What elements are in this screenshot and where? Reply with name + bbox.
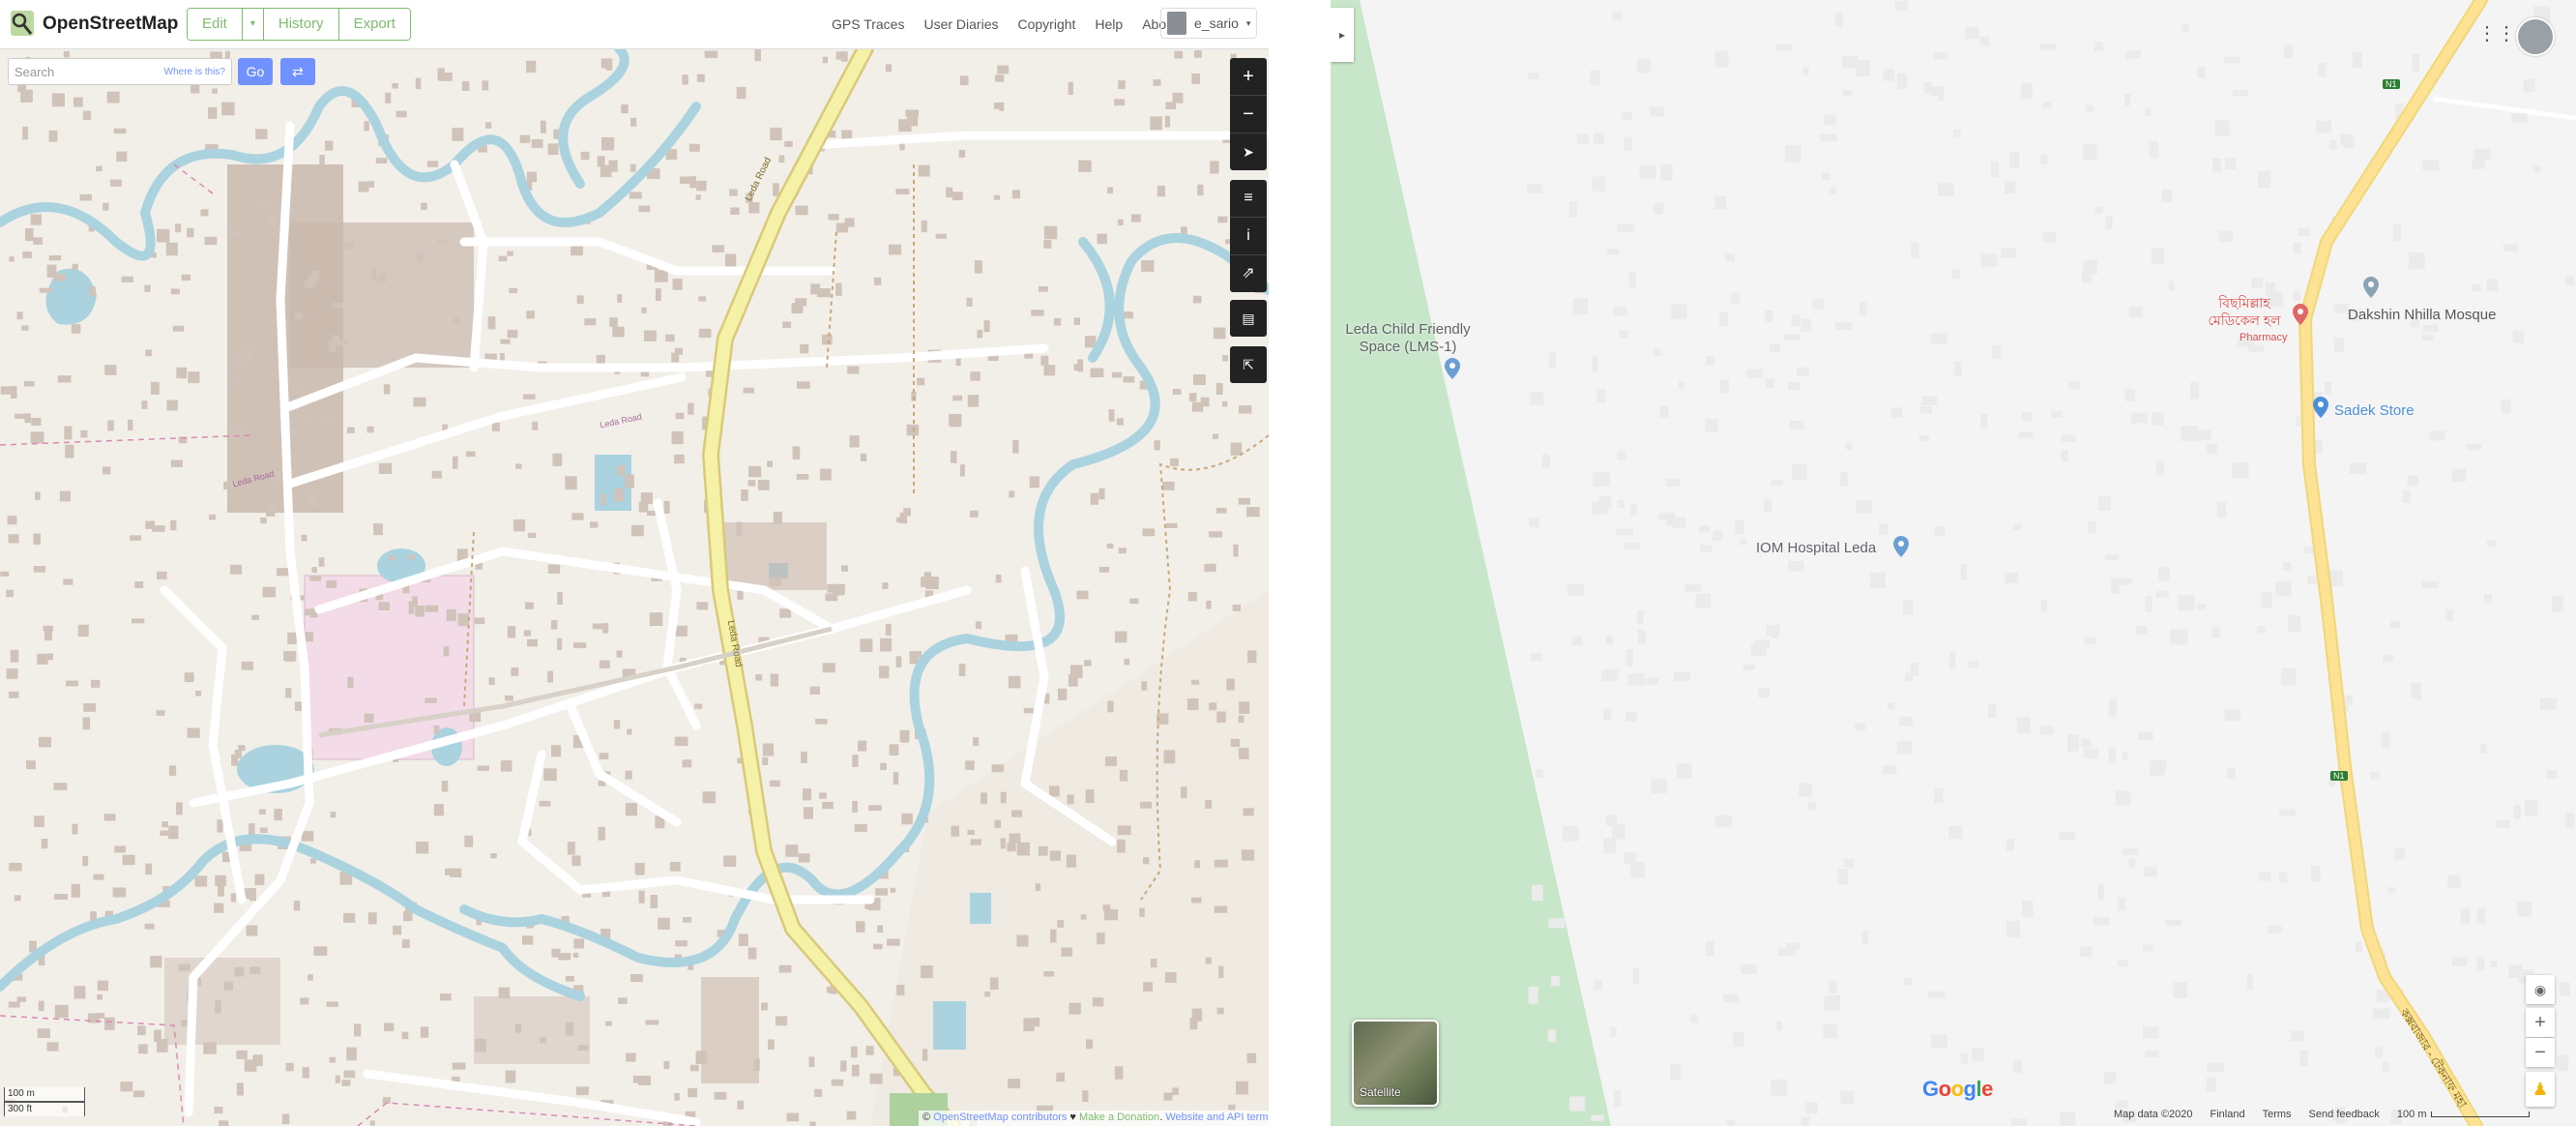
logo-letter: g [1963, 1077, 1976, 1101]
nav-user-diaries[interactable]: User Diaries [923, 16, 998, 32]
directions-icon[interactable]: ⇄ [280, 58, 315, 85]
collapse-panel-button[interactable]: ▸ [1331, 8, 1354, 62]
note-controls: ▤ [1230, 300, 1267, 337]
chevron-down-icon: ▾ [1245, 17, 1251, 28]
osm-brand[interactable]: OpenStreetMap [43, 14, 178, 35]
search-input[interactable]: Search Where is this? [8, 58, 232, 85]
query-features-icon[interactable]: ⇱ [1230, 346, 1267, 383]
osm-window: OpenStreetMap Edit ▾ History Export GPS … [0, 0, 1269, 1126]
account-avatar[interactable] [2516, 17, 2555, 56]
user-menu[interactable]: e_sario ▾ [1160, 8, 1257, 39]
google-maps-window[interactable]: ▸ ⋮⋮⋮ N1 N1 কক্সবাজার - টেকনাফ মহা Leda … [1331, 0, 2576, 1126]
osm-map-drawing [0, 48, 1269, 1126]
attribution: © OpenStreetMap contributors ♥ Make a Do… [919, 1111, 1269, 1126]
pharmacy-category: Pharmacy [2239, 332, 2288, 343]
place-iom-hospital[interactable]: IOM Hospital Leda [1756, 540, 1876, 557]
map-data-text: Map data ©2020 [2114, 1109, 2193, 1120]
logo-letter: G [1922, 1077, 1939, 1101]
query-controls: ⇱ [1230, 346, 1267, 383]
satellite-label: Satellite [1360, 1085, 1401, 1099]
nav-copyright[interactable]: Copyright [1017, 16, 1075, 32]
scale-bar [2430, 1111, 2530, 1118]
nav-gps-traces[interactable]: GPS Traces [832, 16, 904, 32]
add-note-icon[interactable]: ▤ [1230, 300, 1267, 337]
pegman-icon[interactable]: ♟ [2526, 1072, 2555, 1107]
share-icon[interactable]: ⇗ [1230, 255, 1267, 292]
mosque-pin-icon[interactable] [2363, 277, 2379, 298]
user-name: e_sario [1194, 15, 1239, 31]
store-pin-icon[interactable] [2313, 397, 2328, 418]
terms-link[interactable]: Website and API terms [1165, 1111, 1269, 1123]
osm-tab-group: Edit ▾ History Export [187, 8, 411, 41]
zoom-in-button[interactable]: + [2526, 1008, 2555, 1037]
go-button[interactable]: Go [238, 58, 273, 85]
send-feedback-link[interactable]: Send feedback [2309, 1109, 2380, 1120]
donation-link[interactable]: Make a Donation [1079, 1111, 1159, 1123]
map-footer: Map data ©2020 Finland Terms Send feedba… [2114, 1109, 2530, 1120]
avatar [1167, 12, 1186, 35]
scale-imperial: 300 ft [4, 1102, 85, 1116]
pharmacy-pin-icon[interactable] [2293, 304, 2308, 325]
road-shield: N1 [2383, 79, 2400, 89]
region-link[interactable]: Finland [2210, 1109, 2245, 1120]
logo-letter: o [1938, 1077, 1951, 1101]
place-pharmacy[interactable]: বিছমিল্লাহ মেডিকেল হল [2201, 294, 2288, 329]
google-logo: Google [1922, 1077, 1993, 1102]
contributors-link[interactable]: OpenStreetMap contributors [933, 1111, 1067, 1123]
logo-letter: e [1981, 1077, 1993, 1101]
zoom-out-button[interactable]: − [2526, 1038, 2555, 1067]
osm-logo-icon[interactable] [10, 10, 35, 37]
zoom-controls: + − ➤ [1230, 58, 1267, 170]
terms-link[interactable]: Terms [2263, 1109, 2292, 1120]
my-location-button[interactable]: ◉ [2526, 975, 2555, 1004]
osm-map-canvas[interactable]: Leda Road Leda Road Leda Road Leda Road [0, 48, 1269, 1126]
layers-icon[interactable]: ≡ [1230, 180, 1267, 218]
scale-label: 100 m [2396, 1109, 2427, 1120]
scale-metric: 100 m [4, 1087, 85, 1102]
osm-header: OpenStreetMap Edit ▾ History Export GPS … [0, 0, 1269, 49]
apps-grid-icon[interactable]: ⋮⋮⋮ [2477, 23, 2535, 44]
where-is-this-link[interactable]: Where is this? [164, 67, 225, 77]
layer-controls: ≡ i ⇗ [1230, 180, 1267, 292]
logo-letter: o [1950, 1077, 1964, 1101]
google-map-drawing [1331, 0, 2576, 1126]
zoom-in-button[interactable]: + [1230, 58, 1267, 96]
zoom-out-button[interactable]: − [1230, 96, 1267, 133]
tab-export[interactable]: Export [338, 9, 410, 40]
place-dakshin-nhilla-mosque[interactable]: Dakshin Nhilla Mosque [2348, 307, 2496, 324]
place-pin-icon[interactable] [1445, 358, 1460, 379]
place-pin-icon[interactable] [1893, 536, 1909, 557]
place-leda-child-space[interactable]: Leda Child Friendly Space (LMS-1) [1340, 321, 1476, 356]
heart-icon: ♥ [1067, 1111, 1080, 1123]
scale-bar: 100 m 300 ft [4, 1087, 85, 1120]
tab-history[interactable]: History [263, 9, 339, 40]
nav-help[interactable]: Help [1095, 16, 1123, 32]
locate-icon[interactable]: ➤ [1230, 133, 1267, 170]
edit-dropdown-icon[interactable]: ▾ [242, 9, 264, 40]
osm-nav: GPS Traces User Diaries Copyright Help A… [832, 16, 1178, 32]
tab-edit[interactable]: Edit [188, 9, 243, 40]
scale-control[interactable]: 100 m [2397, 1109, 2530, 1120]
place-sadek-store[interactable]: Sadek Store [2334, 402, 2415, 420]
info-icon[interactable]: i [1230, 218, 1267, 255]
satellite-toggle[interactable]: Satellite [1352, 1020, 1439, 1107]
road-shield: N1 [2330, 771, 2348, 781]
attrib-prefix: © [922, 1111, 934, 1123]
search-placeholder: Search [15, 65, 55, 79]
